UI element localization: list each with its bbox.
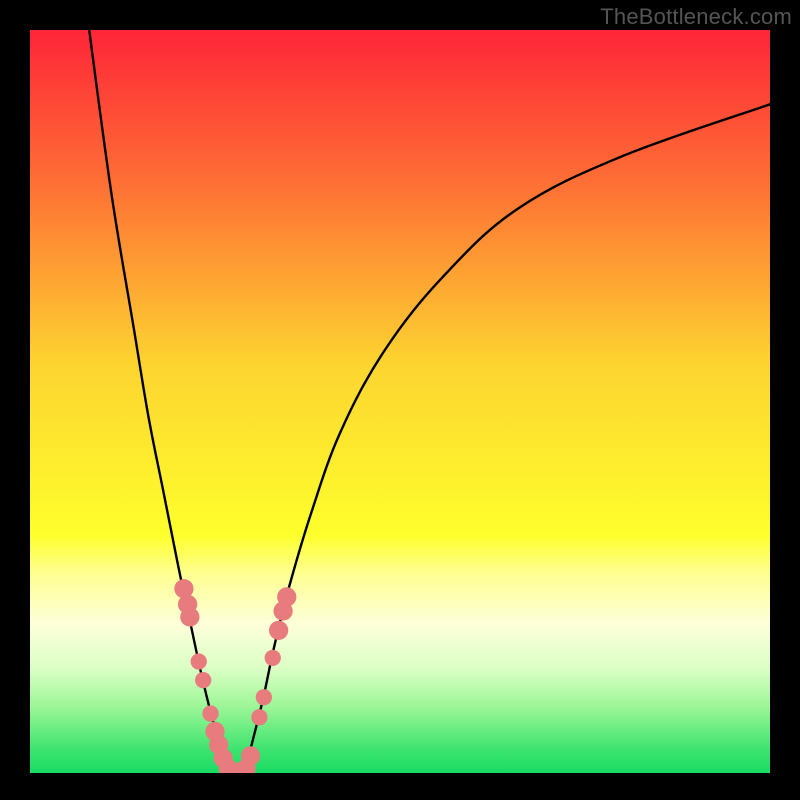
data-marker [241, 746, 260, 765]
plot-svg [30, 30, 770, 773]
chart-container: TheBottleneck.com [0, 0, 800, 800]
plot-frame [30, 30, 770, 773]
data-marker [191, 653, 207, 669]
data-marker [195, 672, 211, 688]
data-marker [265, 650, 281, 666]
data-marker [269, 621, 288, 640]
data-marker [180, 607, 199, 626]
data-marker [277, 587, 296, 606]
watermark-text: TheBottleneck.com [600, 4, 792, 30]
data-marker [251, 709, 267, 725]
data-marker [202, 705, 218, 721]
data-marker [256, 689, 272, 705]
